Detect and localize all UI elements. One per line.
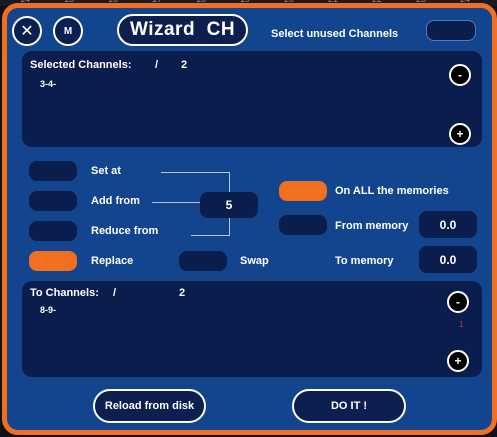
swap-button[interactable] [179, 251, 227, 271]
selected-channels-panel: Selected Channels: / 2 3-4- - + [22, 51, 482, 147]
connector-line [229, 172, 230, 193]
selected-channels-list: 3-4- [40, 79, 57, 89]
do-it-label: DO IT ! [330, 400, 368, 412]
from-memory-field[interactable]: 0.0 [419, 211, 477, 238]
from-memory-value: 0.0 [439, 217, 457, 232]
connector-line [191, 235, 230, 236]
to-channels-marker: 1 [459, 320, 464, 329]
replace-button[interactable] [29, 251, 77, 271]
replace-label: Replace [91, 255, 134, 267]
on-all-memories-label: On ALL the memories [335, 185, 449, 197]
connector-line [161, 172, 230, 173]
mode-button[interactable]: M [53, 16, 83, 46]
select-unused-button[interactable] [426, 20, 476, 41]
swap-label: Swap [240, 255, 269, 267]
minus-icon: - [458, 68, 462, 82]
plus-icon: + [456, 127, 464, 141]
operation-value-field[interactable]: 5 [200, 192, 258, 218]
reload-from-disk-label: Reload from disk [104, 400, 195, 412]
to-scroll-up-button[interactable]: - [447, 291, 469, 313]
selected-channels-count: 2 [181, 59, 188, 71]
operation-value: 5 [225, 198, 233, 212]
to-channels-title: To Channels: [30, 287, 99, 299]
wizard-title: Wizard CH [117, 14, 248, 46]
to-memory-label: To memory [335, 255, 394, 267]
reduce-from-label: Reduce from [91, 225, 159, 237]
selected-channels-title: Selected Channels: [30, 59, 132, 71]
to-channels-panel: To Channels: / 2 8-9- - 1 + [22, 281, 482, 377]
on-all-memories-button[interactable] [279, 181, 327, 201]
to-scroll-down-button[interactable]: + [447, 350, 469, 372]
from-memory-label: From memory [335, 220, 409, 232]
to-memory-value: 0.0 [439, 252, 457, 267]
to-memory-field[interactable]: 0.0 [419, 246, 477, 273]
selected-scroll-up-button[interactable]: - [449, 64, 471, 86]
selected-scroll-down-button[interactable]: + [449, 123, 471, 145]
connector-line [229, 218, 230, 236]
wizard-channel-window: ✕ M Wizard CH Select unused Channels Sel… [2, 3, 497, 435]
wizard-title-text: Wizard CH [129, 19, 236, 40]
plus-icon: + [454, 354, 462, 368]
add-from-button[interactable] [29, 191, 77, 211]
to-channels-slash: / [113, 287, 117, 299]
set-at-button[interactable] [29, 161, 77, 181]
set-at-label: Set at [91, 165, 121, 177]
minus-icon: - [456, 295, 460, 309]
do-it-button[interactable]: DO IT ! [292, 389, 406, 423]
mode-button-label: M [63, 25, 73, 37]
from-memory-button[interactable] [279, 215, 327, 235]
add-from-label: Add from [91, 195, 140, 207]
reduce-from-button[interactable] [29, 221, 77, 241]
select-unused-label: Select unused Channels [271, 28, 399, 40]
selected-channels-slash: / [155, 59, 159, 71]
to-channels-list: 8-9- [40, 305, 57, 315]
close-button[interactable]: ✕ [12, 16, 42, 46]
reload-from-disk-button[interactable]: Reload from disk [93, 389, 206, 423]
to-channels-count: 2 [179, 287, 186, 299]
connector-line [152, 202, 201, 203]
close-icon: ✕ [20, 23, 34, 40]
